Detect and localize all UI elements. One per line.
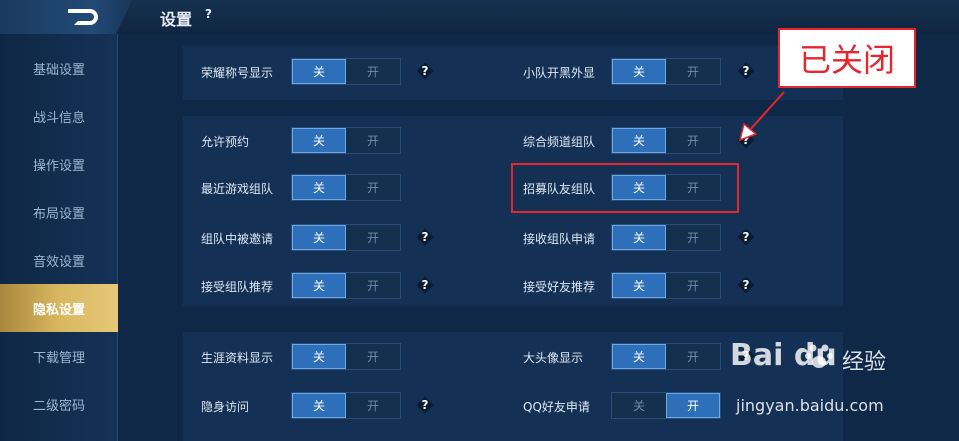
watermark-url: jingyan.baidu.com	[736, 396, 884, 415]
back-button[interactable]	[0, 0, 132, 34]
help-icon[interactable]: ?	[416, 62, 434, 80]
setting-label: 荣耀称号显示	[201, 66, 274, 80]
help-icon[interactable]: ?	[416, 396, 434, 414]
page-title: 设置	[160, 10, 193, 29]
setting-label: 综合频道组队	[523, 135, 596, 149]
toggle-option-off[interactable]: 关	[612, 225, 667, 250]
setting-label: 允许预约	[201, 135, 250, 149]
callout-label: 已关闭	[778, 28, 916, 88]
help-glyph: ?	[742, 230, 750, 244]
sidebar-item[interactable]: 布局设置	[0, 188, 118, 236]
help-icon[interactable]: ?	[737, 62, 755, 80]
help-glyph: ?	[421, 278, 429, 292]
highlight-box	[511, 163, 739, 213]
setting-label: 生涯资料显示	[201, 351, 274, 365]
help-glyph: ?	[742, 64, 750, 78]
setting-toggle[interactable]: 关开	[291, 127, 401, 154]
toggle-option-on[interactable]: 开	[346, 128, 400, 153]
setting-label: 接受好友推荐	[523, 280, 596, 294]
sidebar-item[interactable]: 战斗信息	[0, 92, 118, 140]
setting-toggle[interactable]: 关开	[611, 343, 721, 370]
toggle-option-off[interactable]: 关	[292, 59, 347, 84]
setting-label: 接受组队推荐	[201, 280, 274, 294]
help-icon[interactable]: ?	[737, 228, 755, 246]
toggle-option-on[interactable]: 开	[346, 59, 400, 84]
sidebar-item[interactable]: 操作设置	[0, 140, 118, 188]
setting-label: 接收组队申请	[523, 232, 596, 246]
help-icon[interactable]: ?	[737, 276, 755, 294]
toggle-option-off[interactable]: 关	[292, 393, 347, 418]
toggle-option-on[interactable]: 开	[666, 128, 720, 153]
help-glyph: ?	[421, 64, 429, 78]
sidebar: 基础设置 战斗信息 操作设置 布局设置 音效设置 隐私设置 下载管理 二级密码	[0, 34, 118, 441]
toggle-option-on[interactable]: 开	[346, 393, 400, 418]
setting-label: 小队开黑外显	[523, 66, 596, 80]
setting-toggle[interactable]: 关开	[291, 392, 401, 419]
setting-toggle[interactable]: 关开	[611, 272, 721, 299]
toggle-option-on[interactable]: 开	[346, 273, 400, 298]
toggle-option-off[interactable]: 关	[292, 273, 347, 298]
toggle-option-off[interactable]: 关	[612, 59, 667, 84]
toggle-option-off[interactable]: 关	[612, 273, 667, 298]
help-icon[interactable]: ?	[416, 276, 434, 294]
setting-label: 大头像显示	[523, 351, 584, 365]
toggle-option-on[interactable]: 开	[346, 344, 400, 369]
help-icon[interactable]: ?	[416, 228, 434, 246]
setting-toggle[interactable]: 关开	[291, 224, 401, 251]
help-glyph: ?	[742, 278, 750, 292]
setting-toggle[interactable]: 关开	[291, 272, 401, 299]
toggle-option-on[interactable]: 开	[666, 59, 720, 84]
back-arrow-icon	[68, 9, 98, 25]
toggle-option-off[interactable]: 关	[292, 344, 347, 369]
toggle-option-off[interactable]: 关	[292, 175, 347, 200]
sidebar-item[interactable]: 基础设置	[0, 44, 118, 92]
toggle-option-off[interactable]: 关	[612, 128, 667, 153]
setting-toggle[interactable]: 关开	[611, 58, 721, 85]
setting-toggle[interactable]: 关开	[611, 224, 721, 251]
annotation-arrow	[738, 91, 785, 142]
setting-label: 隐身访问	[201, 400, 250, 414]
sidebar-item[interactable]: 二级密码	[0, 380, 118, 428]
watermark-brand: 经验	[842, 350, 887, 375]
toggle-option-on[interactable]: 开	[666, 344, 720, 369]
setting-toggle[interactable]: 关开	[291, 58, 401, 85]
toggle-option-on[interactable]: 开	[346, 225, 400, 250]
sidebar-item[interactable]: 下载管理	[0, 332, 118, 380]
sidebar-item[interactable]: 隐私设置	[0, 284, 118, 332]
setting-toggle[interactable]: 关开	[291, 174, 401, 201]
setting-toggle[interactable]: 关开	[611, 392, 721, 419]
paw-icon	[805, 344, 833, 368]
setting-toggle[interactable]: 关开	[291, 343, 401, 370]
toggle-option-off[interactable]: 关	[612, 393, 666, 418]
sidebar-item[interactable]: 音效设置	[0, 236, 118, 284]
toggle-option-off[interactable]: 关	[292, 225, 347, 250]
setting-label: QQ好友申请	[523, 400, 590, 414]
help-glyph: ?	[421, 398, 429, 412]
setting-toggle[interactable]: 关开	[611, 127, 721, 154]
help-glyph: ?	[421, 230, 429, 244]
toggle-option-off[interactable]: 关	[292, 128, 347, 153]
watermark: Bai du 经验 jingyan.baidu.com	[730, 338, 950, 438]
setting-label: 最近游戏组队	[201, 182, 274, 196]
toggle-option-on[interactable]: 开	[346, 175, 400, 200]
toggle-option-on[interactable]: 开	[666, 225, 720, 250]
setting-label: 组队中被邀请	[201, 232, 274, 246]
help-icon[interactable]: ?	[205, 7, 212, 21]
toggle-option-off[interactable]: 关	[612, 344, 667, 369]
toggle-option-on[interactable]: 开	[666, 273, 720, 298]
toggle-option-on[interactable]: 开	[665, 393, 720, 418]
